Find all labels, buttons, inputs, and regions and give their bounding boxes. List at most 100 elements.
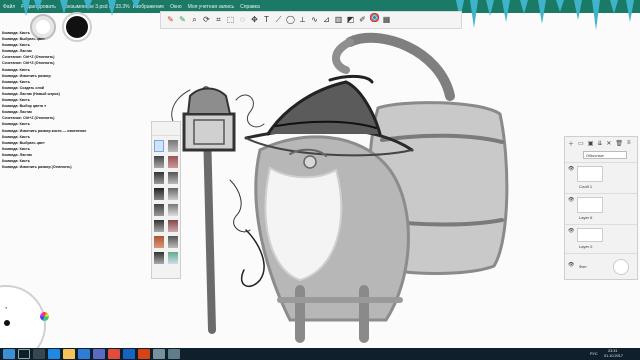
windows-logo-icon[interactable] bbox=[3, 349, 15, 359]
clock-time[interactable]: 23:31 bbox=[608, 349, 618, 353]
window-title: Безымянное 3.psd @ 33.3% bbox=[64, 3, 130, 10]
eye-icon[interactable]: 👁 bbox=[568, 228, 574, 234]
taskbar: РУС 23:31 01.10.2017 bbox=[0, 348, 640, 360]
photoshop-icon[interactable] bbox=[123, 349, 135, 359]
folder-icon[interactable]: ▭ bbox=[578, 140, 584, 147]
layer-name: Фон bbox=[579, 264, 587, 269]
app-icon[interactable] bbox=[153, 349, 165, 359]
delete-layer-icon[interactable]: 🗑 bbox=[615, 140, 623, 147]
layers-panel: ＋ ▭ ▣ ⇊ ✕ 🗑 ≡ Обычные 👁 Слой 1 👁 Layer 6… bbox=[564, 136, 638, 280]
eye-icon[interactable]: 👁 bbox=[568, 262, 574, 268]
edge-icon[interactable] bbox=[48, 349, 60, 359]
image-icon[interactable]: ▣ bbox=[588, 140, 594, 147]
icicle-decoration bbox=[84, 0, 92, 10]
brush-preset[interactable] bbox=[154, 220, 164, 232]
icicle-decoration bbox=[22, 0, 30, 16]
brush-preset[interactable] bbox=[168, 204, 178, 216]
brush-preset[interactable] bbox=[168, 252, 178, 264]
layer-thumbnail bbox=[577, 197, 603, 213]
icicle-decoration bbox=[520, 0, 528, 14]
brush-preset[interactable] bbox=[168, 172, 178, 184]
clear-icon[interactable]: ✕ bbox=[606, 140, 611, 147]
chrome-icon[interactable] bbox=[108, 349, 120, 359]
color-wheel-icon[interactable] bbox=[369, 12, 380, 27]
zoom-icon[interactable]: ⌕ bbox=[189, 13, 200, 27]
brush-preset[interactable] bbox=[168, 220, 178, 232]
icicle-decoration bbox=[34, 0, 42, 11]
brush-preset[interactable] bbox=[168, 156, 178, 168]
drawing-canvas[interactable] bbox=[150, 30, 550, 348]
brush-preset[interactable] bbox=[154, 140, 164, 152]
search-icon[interactable] bbox=[18, 349, 30, 359]
explorer-icon[interactable] bbox=[63, 349, 75, 359]
blend-mode-select[interactable]: Обычные bbox=[583, 151, 627, 159]
lasso-icon[interactable]: ◌ bbox=[237, 13, 248, 27]
store-icon[interactable] bbox=[78, 349, 90, 359]
fill-icon[interactable]: ◩ bbox=[345, 13, 356, 27]
color-wheel-icon[interactable] bbox=[40, 312, 49, 321]
brush-size-icon[interactable]: ◔ bbox=[4, 306, 8, 312]
menu-window[interactable]: Окно bbox=[167, 4, 185, 10]
menu-file[interactable]: Файл bbox=[0, 4, 18, 10]
brush-preset[interactable] bbox=[168, 140, 178, 152]
menu-account[interactable]: Моя учетная запись bbox=[185, 4, 237, 10]
add-layer-icon[interactable]: ＋ bbox=[568, 139, 574, 148]
brush-preset[interactable] bbox=[154, 156, 164, 168]
select-icon[interactable]: ⬚ bbox=[225, 13, 236, 27]
brush-preset[interactable] bbox=[154, 252, 164, 264]
mail-icon[interactable] bbox=[93, 349, 105, 359]
stroke-icon[interactable]: ∿ bbox=[309, 13, 320, 27]
brush-preset[interactable] bbox=[168, 236, 178, 248]
clock-date[interactable]: 01.10.2017 bbox=[604, 354, 623, 358]
layer-thumbnail bbox=[577, 228, 603, 242]
layer-tools: ＋ ▭ ▣ ⇊ ✕ 🗑 ≡ bbox=[565, 137, 637, 149]
rotate-icon[interactable]: ⟳ bbox=[201, 13, 212, 27]
layer-name: Слой 1 bbox=[579, 184, 593, 189]
perspective-icon[interactable]: ⊿ bbox=[321, 13, 332, 27]
symmetry-icon[interactable]: ⟂ bbox=[297, 13, 308, 27]
brush-preset[interactable] bbox=[154, 204, 164, 216]
green-brush-icon[interactable]: ✎ bbox=[177, 13, 188, 27]
color-puck-icon[interactable] bbox=[4, 320, 10, 326]
layer-row-background[interactable]: 👁 Фон bbox=[565, 253, 637, 280]
brush-preset[interactable] bbox=[154, 236, 164, 248]
icicle-decoration bbox=[486, 0, 494, 16]
text-icon[interactable]: T bbox=[261, 13, 272, 27]
icicle-decoration bbox=[108, 0, 116, 16]
layer-row-3[interactable]: 👁 Layer 0 bbox=[565, 224, 637, 252]
menu-icon[interactable]: ≡ bbox=[627, 140, 631, 146]
icicle-decoration bbox=[610, 0, 618, 14]
ruler-icon[interactable]: ⟋ bbox=[273, 13, 284, 27]
layer-row-1[interactable]: 👁 Слой 1 bbox=[565, 162, 637, 192]
icicle-decoration bbox=[502, 0, 510, 22]
main-toolbar: ✎ ✎ ⌕ ⟳ ⌗ ⬚ ◌ ✥ T ⟋ ◯ ⟂ ∿ ⊿ ▥ ◩ ✐ ▦ bbox=[160, 11, 462, 29]
icicle-decoration bbox=[574, 0, 582, 20]
swatch-icon[interactable]: ▦ bbox=[381, 13, 392, 27]
background-color-swatch[interactable] bbox=[613, 259, 629, 275]
menu-help[interactable]: Справка bbox=[237, 4, 263, 10]
merge-icon[interactable]: ⇊ bbox=[597, 140, 602, 147]
layer-thumbnail bbox=[577, 166, 603, 182]
layer-name: Layer 6 bbox=[579, 215, 593, 220]
sketchbook-icon[interactable] bbox=[138, 349, 150, 359]
icicle-decoration bbox=[60, 0, 68, 14]
ellipse-icon[interactable]: ◯ bbox=[285, 13, 296, 27]
eye-icon[interactable]: 👁 bbox=[568, 166, 574, 172]
app-icon[interactable] bbox=[168, 349, 180, 359]
brush-preset[interactable] bbox=[154, 172, 164, 184]
brush-library-header bbox=[152, 122, 180, 136]
language-indicator[interactable]: РУС bbox=[590, 352, 598, 356]
move-icon[interactable]: ✥ bbox=[249, 13, 260, 27]
task-view-icon[interactable] bbox=[33, 349, 45, 359]
blend-mode-value: Обычные bbox=[586, 153, 604, 158]
brush-icon[interactable]: ✐ bbox=[357, 13, 368, 27]
eye-icon[interactable]: 👁 bbox=[568, 197, 574, 203]
brush-library-panel bbox=[151, 121, 181, 279]
red-brush-icon[interactable]: ✎ bbox=[165, 13, 176, 27]
gradient-icon[interactable]: ▥ bbox=[333, 13, 344, 27]
brush-preset[interactable] bbox=[168, 188, 178, 200]
brush-preset[interactable] bbox=[154, 188, 164, 200]
sketchbook-window: Файл Редактировать Безымянное 3.psd @ 33… bbox=[0, 0, 640, 360]
layer-row-2[interactable]: 👁 Layer 6 bbox=[565, 193, 637, 223]
crop-icon[interactable]: ⌗ bbox=[213, 13, 224, 27]
